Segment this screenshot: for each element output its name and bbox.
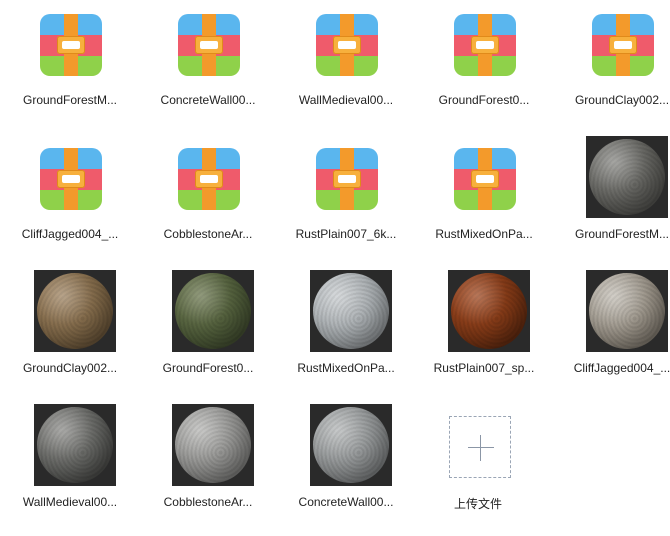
file-grid: GroundForestM... ConcreteWall00... WallMed… — [0, 0, 670, 527]
archive-icon — [176, 12, 242, 78]
archive-icon — [38, 146, 104, 212]
archive-icon — [314, 12, 380, 78]
file-name-label: GroundForest0... — [438, 93, 530, 107]
archive-icon — [176, 146, 242, 212]
material-sphere-preview — [451, 273, 527, 349]
archive-icon — [452, 12, 518, 78]
material-thumbnail — [172, 404, 254, 486]
file-item-material[interactable]: WallMedieval00... — [1, 402, 139, 536]
file-item-material[interactable]: RustMixedOnPa... — [277, 268, 415, 402]
material-sphere-preview — [313, 273, 389, 349]
file-item-archive[interactable]: CliffJagged004_... — [1, 134, 139, 268]
file-item-archive[interactable]: CobblestoneAr... — [139, 134, 277, 268]
file-item-archive[interactable]: ConcreteWall00... — [139, 0, 277, 134]
file-item-material[interactable]: GroundForest0... — [139, 268, 277, 402]
file-name-label: GroundClay002... — [574, 93, 670, 107]
file-name-label: GroundForestM... — [574, 227, 670, 241]
file-name-label: RustPlain007_sp... — [433, 361, 535, 375]
material-sphere-preview — [37, 273, 113, 349]
upload-file-button[interactable]: 上传文件 — [409, 402, 547, 536]
file-item-archive[interactable]: RustMixedOnPa... — [415, 134, 553, 268]
archive-icon — [314, 146, 380, 212]
file-name-label: CliffJagged004_... — [573, 361, 670, 375]
file-item-archive[interactable]: WallMedieval00... — [277, 0, 415, 134]
file-item-material[interactable]: ConcreteWall00... — [277, 402, 415, 536]
upload-label: 上传文件 — [453, 497, 502, 511]
archive-icon — [38, 12, 104, 78]
file-name-label: GroundForestM... — [22, 93, 118, 107]
material-thumbnail — [34, 270, 116, 352]
file-item-archive[interactable]: GroundForest0... — [415, 0, 553, 134]
file-item-material[interactable]: GroundForestM... — [553, 134, 670, 268]
archive-icon — [590, 12, 656, 78]
file-name-label: WallMedieval00... — [22, 495, 118, 509]
file-item-archive[interactable]: GroundForestM... — [1, 0, 139, 134]
file-name-label: RustMixedOnPa... — [297, 361, 395, 375]
plus-icon — [468, 447, 494, 448]
file-name-label: RustPlain007_6k... — [295, 227, 397, 241]
file-name-label: GroundClay002... — [22, 361, 118, 375]
material-thumbnail — [586, 136, 668, 218]
file-name-label: CliffJagged004_... — [21, 227, 119, 241]
material-sphere-preview — [37, 407, 113, 483]
file-name-label: ConcreteWall00... — [160, 93, 256, 107]
material-sphere-preview — [175, 407, 251, 483]
file-item-material[interactable]: CliffJagged004_... — [553, 268, 670, 402]
material-thumbnail — [310, 404, 392, 486]
material-sphere-preview — [175, 273, 251, 349]
file-item-material[interactable]: GroundClay002... — [1, 268, 139, 402]
archive-icon — [452, 146, 518, 212]
file-item-archive[interactable]: GroundClay002... — [553, 0, 670, 134]
material-sphere-preview — [589, 273, 665, 349]
file-name-label: WallMedieval00... — [298, 93, 394, 107]
material-sphere-preview — [313, 407, 389, 483]
material-thumbnail — [448, 270, 530, 352]
material-thumbnail — [310, 270, 392, 352]
material-thumbnail — [586, 270, 668, 352]
plus-icon — [480, 435, 481, 461]
file-name-label: CobblestoneAr... — [163, 227, 253, 241]
upload-dropzone[interactable] — [449, 416, 511, 478]
file-name-label: ConcreteWall00... — [298, 495, 394, 509]
file-item-material[interactable]: RustPlain007_sp... — [415, 268, 553, 402]
material-thumbnail — [172, 270, 254, 352]
file-name-label: CobblestoneAr... — [163, 495, 253, 509]
file-item-archive[interactable]: RustPlain007_6k... — [277, 134, 415, 268]
material-thumbnail — [34, 404, 116, 486]
file-name-label: RustMixedOnPa... — [435, 227, 533, 241]
file-name-label: GroundForest0... — [162, 361, 254, 375]
file-item-material[interactable]: CobblestoneAr... — [139, 402, 277, 536]
material-sphere-preview — [589, 139, 665, 215]
